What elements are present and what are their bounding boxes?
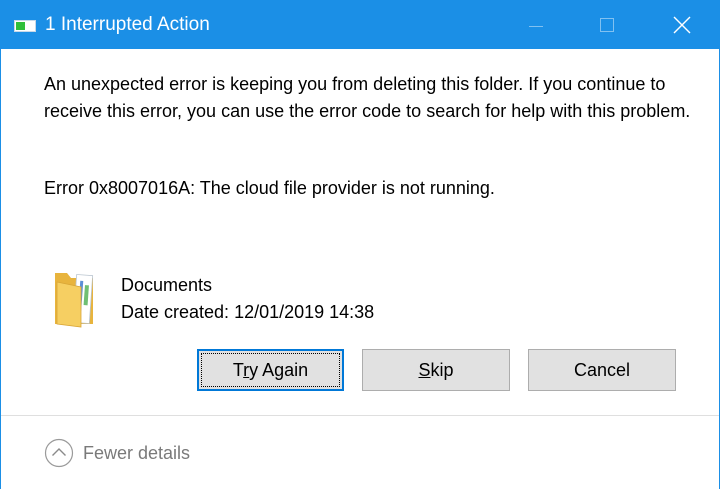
cancel-label: Cancel [573,359,631,380]
minimize-button[interactable] [513,1,559,49]
error-message: An unexpected error is keeping you from … [44,74,691,121]
item-date-created: Date created: 12/01/2019 14:38 [121,302,375,322]
try-again-button[interactable]: Try Again [197,349,344,391]
chevron-up-icon [44,438,74,468]
dialog-footer: Fewer details [1,416,719,489]
cancel-button[interactable]: Cancel [528,349,676,391]
fewer-details-label: Fewer details [83,443,191,463]
maximize-icon [600,18,614,32]
error-code-text: Error 0x8007016A: The cloud file provide… [44,178,495,198]
title-bar[interactable]: 1 Interrupted Action [1,1,719,49]
close-icon [673,16,691,34]
focus-rectangle [201,353,340,387]
close-button[interactable] [659,1,705,49]
fewer-details-toggle[interactable]: Fewer details [44,438,190,468]
minimize-icon [529,25,543,27]
folder-icon [55,273,94,328]
maximize-button[interactable] [584,1,630,49]
interrupted-action-dialog: 1 Interrupted Action An unexpected error… [0,0,720,489]
skip-label: Skip [418,359,454,380]
skip-button[interactable]: Skip [362,349,510,391]
item-name: Documents [121,275,213,295]
progress-copy-icon [14,20,36,32]
window-title: 1 Interrupted Action [45,14,210,35]
